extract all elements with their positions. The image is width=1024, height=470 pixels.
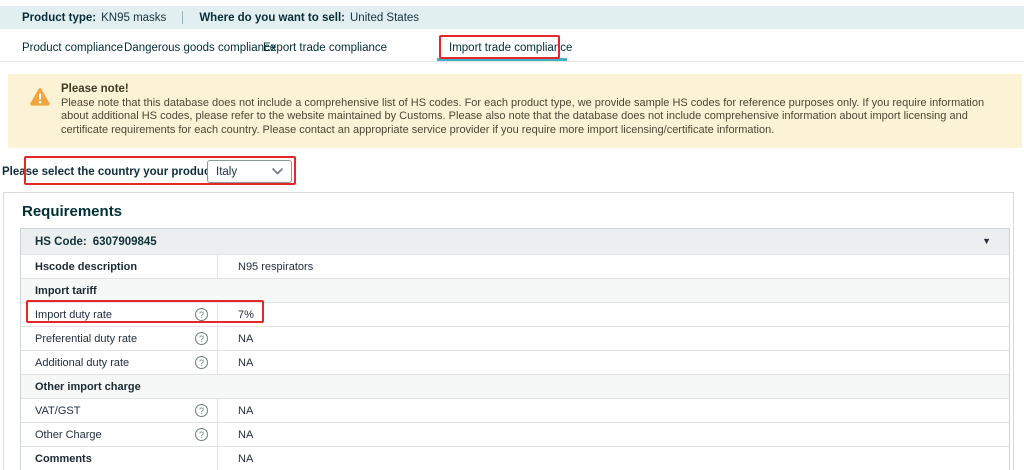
hs-code-value: 6307909845 bbox=[93, 236, 157, 248]
table-row-preferential-duty-rate: Preferential duty rate ? NA bbox=[21, 326, 1009, 350]
tab-export-trade-compliance[interactable]: Export trade compliance bbox=[263, 42, 387, 54]
sell-country-value: United States bbox=[350, 12, 419, 24]
hs-code-header-row: HS Code: 6307909845 ▼ bbox=[21, 229, 1009, 254]
collapse-caret-icon[interactable]: ▼ bbox=[982, 236, 991, 246]
table-row-import-duty-rate: Import duty rate ? 7% bbox=[21, 302, 1009, 326]
table-row-other-charge: Other Charge ? NA bbox=[21, 422, 1009, 446]
table-row-comments: Comments NA bbox=[21, 446, 1009, 470]
notice-title: Please note! bbox=[61, 83, 1008, 96]
row-value: NA bbox=[218, 351, 1009, 374]
ship-from-selected-value: Italy bbox=[216, 166, 237, 178]
help-icon[interactable]: ? bbox=[195, 428, 208, 441]
tab-import-trade-compliance[interactable]: Import trade compliance bbox=[449, 42, 572, 54]
notice-body: Please note that this database does not … bbox=[61, 97, 1008, 137]
row-value: NA bbox=[218, 327, 1009, 350]
table-row-hscode-description: Hscode description N95 respirators bbox=[21, 254, 1009, 278]
row-value: N95 respirators bbox=[218, 255, 1009, 278]
row-label: Additional duty rate bbox=[35, 357, 129, 369]
row-value: 7% bbox=[218, 303, 1009, 326]
tab-product-compliance[interactable]: Product compliance bbox=[22, 42, 123, 54]
tabs-divider bbox=[0, 61, 1024, 62]
context-bar: Product type: KN95 masks Where do you wa… bbox=[0, 6, 1024, 29]
row-value: NA bbox=[218, 447, 1009, 470]
notice-banner: Please note! Please note that this datab… bbox=[8, 74, 1022, 148]
warning-icon bbox=[28, 86, 52, 108]
row-label: Other Charge bbox=[35, 429, 102, 441]
context-bar-divider bbox=[182, 11, 183, 24]
requirements-heading: Requirements bbox=[22, 203, 122, 220]
row-label: Preferential duty rate bbox=[35, 333, 137, 345]
hs-code-label: HS Code: bbox=[35, 236, 87, 248]
row-label: Import duty rate bbox=[35, 309, 112, 321]
sell-country-label: Where do you want to sell: bbox=[199, 12, 345, 24]
help-icon[interactable]: ? bbox=[195, 404, 208, 417]
table-section-import-tariff: Import tariff bbox=[21, 278, 1009, 302]
section-label: Import tariff bbox=[21, 279, 1009, 302]
section-label: Other import charge bbox=[21, 375, 1009, 398]
row-label: VAT/GST bbox=[35, 405, 80, 417]
table-section-other-import-charge: Other import charge bbox=[21, 374, 1009, 398]
row-value: NA bbox=[218, 399, 1009, 422]
requirements-table: HS Code: 6307909845 ▼ Hscode description… bbox=[20, 228, 1010, 470]
tab-dangerous-goods-compliance[interactable]: Dangerous goods compliance bbox=[124, 42, 276, 54]
ship-from-select[interactable]: Italy bbox=[207, 160, 292, 183]
product-type-label: Product type: bbox=[22, 12, 96, 24]
row-value: NA bbox=[218, 423, 1009, 446]
row-label: Hscode description bbox=[21, 255, 218, 278]
help-icon[interactable]: ? bbox=[195, 356, 208, 369]
help-icon[interactable]: ? bbox=[195, 332, 208, 345]
table-row-vat-gst: VAT/GST ? NA bbox=[21, 398, 1009, 422]
product-type-value: KN95 masks bbox=[101, 12, 166, 24]
chevron-down-icon bbox=[272, 168, 283, 175]
table-row-additional-duty-rate: Additional duty rate ? NA bbox=[21, 350, 1009, 374]
row-label: Comments bbox=[21, 447, 218, 470]
import-compliance-page: Product type: KN95 masks Where do you wa… bbox=[0, 0, 1024, 470]
help-icon[interactable]: ? bbox=[195, 308, 208, 321]
